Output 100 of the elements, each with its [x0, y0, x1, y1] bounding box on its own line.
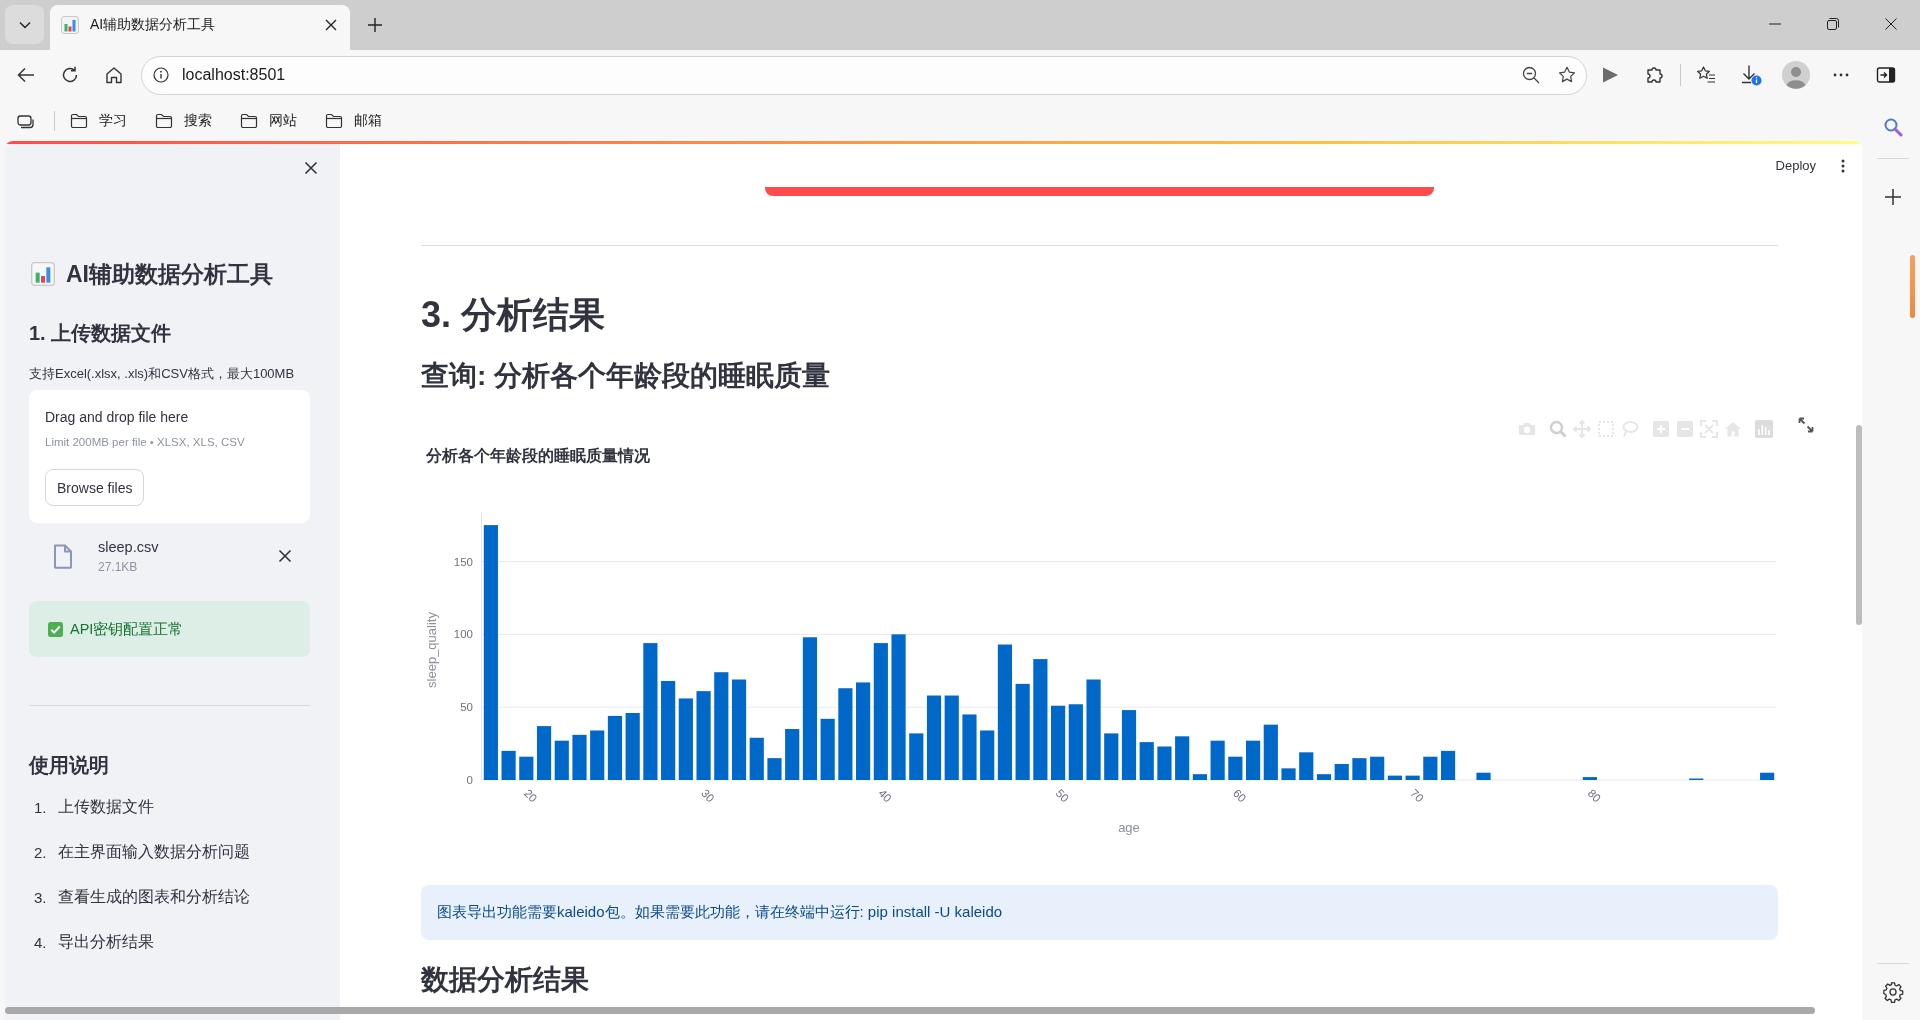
- check-box-icon: [48, 621, 63, 637]
- address-bar[interactable]: localhost:8501: [141, 55, 1587, 95]
- axis-tick-label: 30: [699, 786, 717, 805]
- bookmark-folder[interactable]: 网站: [232, 106, 305, 135]
- bar: [1263, 724, 1278, 780]
- browser-tab[interactable]: AI辅助数据分析工具: [50, 5, 350, 50]
- bar: [1299, 752, 1314, 780]
- bar: [820, 718, 835, 780]
- bar: [1316, 774, 1332, 780]
- download-icon[interactable]: [1739, 64, 1762, 86]
- bar: [1281, 768, 1296, 780]
- bar: [1334, 764, 1349, 780]
- bar: [1423, 756, 1438, 780]
- bar: [1476, 772, 1491, 780]
- restore-icon[interactable]: [1827, 18, 1839, 30]
- zoom-out-icon[interactable]: [1522, 66, 1540, 84]
- file-name: sleep.csv: [98, 537, 159, 556]
- axis-tick-label: 50: [460, 701, 473, 714]
- reload-icon[interactable]: [60, 65, 80, 85]
- sidebar-title: AI辅助数据分析工具: [66, 260, 273, 289]
- scrollbar-thumb[interactable]: [5, 1007, 1815, 1014]
- info-icon[interactable]: [153, 67, 169, 83]
- home-icon[interactable]: [104, 65, 124, 85]
- bar: [1441, 750, 1456, 780]
- section-heading: 数据分析结果: [421, 963, 590, 997]
- star-icon[interactable]: [1558, 66, 1576, 84]
- bar: [1192, 774, 1207, 780]
- sidebar-toggle-icon[interactable]: [1875, 65, 1896, 85]
- folder-icon: [325, 111, 343, 130]
- instructions-heading: 使用说明: [29, 753, 110, 778]
- bar: [909, 733, 924, 780]
- plus-icon[interactable]: [367, 17, 383, 33]
- bar: [625, 713, 640, 780]
- settings-icon[interactable]: [1882, 981, 1904, 1003]
- alert-text: API密钥配置正常: [70, 619, 184, 639]
- axis-title: age: [1118, 820, 1140, 835]
- bar: [1157, 746, 1172, 780]
- folder-icon: [70, 111, 88, 130]
- axis-tick-label: 150: [453, 555, 473, 568]
- avatar-icon[interactable]: [1781, 61, 1810, 89]
- bar: [1121, 710, 1137, 780]
- chart-title: 分析各个年龄段的睡眠质量情况: [426, 447, 650, 464]
- bar: [1387, 775, 1402, 780]
- folder-icon: [240, 111, 258, 130]
- bar: [607, 715, 623, 780]
- instruction-item: 2. 在主界面输入数据分析问题: [33, 842, 251, 863]
- axis-tick-label: 0: [466, 774, 473, 786]
- upload-hint: 支持Excel(.xlsx, .xls)和CSV格式，最大100MB: [29, 365, 296, 383]
- bar: [554, 740, 569, 780]
- axis-tick-label: 70: [1408, 786, 1426, 805]
- instruction-item: 3. 查看生成的图表和分析结论: [33, 887, 251, 908]
- bar: [785, 729, 800, 780]
- bookmark-folder[interactable]: 学习: [62, 106, 135, 135]
- instruction-item: 1. 上传数据文件: [33, 797, 155, 818]
- close-icon[interactable]: [324, 18, 338, 32]
- file-dropzone[interactable]: Drag and drop file here Limit 200MB per file • XLSX, XLS, CSV Browse files: [29, 390, 310, 523]
- favorites-icon[interactable]: [1695, 65, 1716, 85]
- bar: [1405, 775, 1420, 780]
- scrollbar-thumb[interactable]: [1856, 425, 1862, 625]
- bar: [767, 758, 782, 780]
- bar: [1370, 756, 1385, 780]
- bar: [1246, 740, 1261, 780]
- bar: [1175, 736, 1190, 780]
- search-icon[interactable]: [1883, 117, 1903, 137]
- scrollbar-thumb[interactable]: [1910, 255, 1915, 318]
- bar-chart-icon: [61, 16, 79, 34]
- close-icon[interactable]: [304, 161, 318, 175]
- bar-chart-icon: [31, 262, 55, 286]
- axis-tick-label: 20: [521, 786, 540, 805]
- bookmark-folder[interactable]: 邮箱: [317, 106, 390, 135]
- file-icon: [53, 543, 73, 569]
- bar: [1210, 740, 1225, 780]
- bar: [1352, 758, 1367, 780]
- browse-files-button[interactable]: Browse files: [45, 469, 145, 506]
- axis-tick-label: 50: [1053, 786, 1072, 805]
- upload-heading: 1. 上传数据文件: [29, 321, 173, 346]
- close-icon[interactable]: [1885, 18, 1897, 30]
- back-arrow-icon[interactable]: [16, 65, 36, 85]
- deploy-button[interactable]: Deploy: [1767, 154, 1824, 177]
- puzzle-piece-icon[interactable]: [1644, 65, 1665, 85]
- query-heading: 查询: 分析各个年龄段的睡眠质量: [421, 359, 832, 393]
- bar: [749, 737, 764, 780]
- dropzone-title: Drag and drop file here: [45, 408, 189, 427]
- dropzone-limit: Limit 200MB per file • XLSX, XLS, CSV: [45, 435, 245, 450]
- folder-icon: [155, 111, 173, 130]
- close-icon[interactable]: [278, 549, 292, 563]
- bar: [1228, 756, 1243, 780]
- axis-tick-label: 60: [1230, 786, 1249, 805]
- expand-icon[interactable]: [1798, 417, 1814, 433]
- bar: [1582, 777, 1597, 780]
- file-size: 27.1KB: [98, 558, 139, 575]
- bar: [501, 750, 516, 780]
- bookmark-folder[interactable]: 搜索: [147, 106, 220, 135]
- bar: [1139, 742, 1154, 780]
- bar: [590, 730, 605, 780]
- bar: [1104, 733, 1119, 780]
- plus-icon[interactable]: [1884, 188, 1902, 206]
- axis-tick-label: 40: [876, 786, 894, 805]
- bar: [962, 714, 977, 780]
- bar: [536, 726, 552, 780]
